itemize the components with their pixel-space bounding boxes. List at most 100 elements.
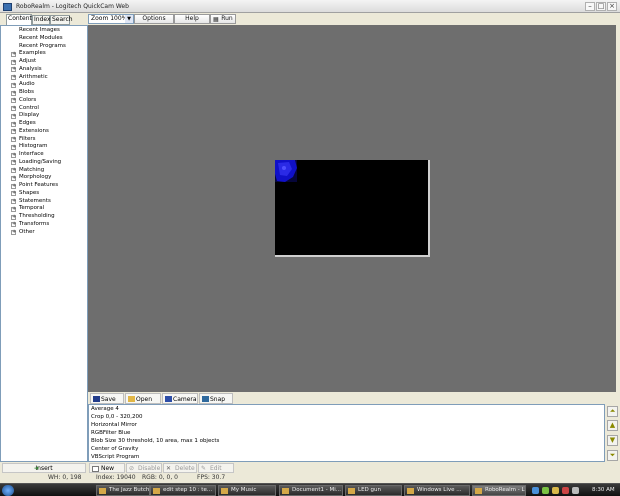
pipeline-item[interactable]: Blob Size 30 threshold, 10 area, max 1 o… bbox=[89, 437, 604, 445]
expand-icon[interactable]: + bbox=[11, 152, 16, 158]
tab-contents[interactable]: Contents bbox=[6, 14, 35, 25]
move-bottom-button[interactable]: ⏷ bbox=[607, 450, 618, 461]
move-up-button[interactable]: ▲ bbox=[607, 420, 618, 431]
tree-item[interactable]: + Transforms bbox=[1, 221, 87, 229]
tree-item[interactable]: + Loading/Saving bbox=[1, 159, 87, 167]
tab-search[interactable]: Search bbox=[50, 15, 73, 25]
status-fps: FPS: 30.7 bbox=[197, 474, 226, 481]
tab-index[interactable]: Index bbox=[32, 15, 51, 25]
edit-button[interactable]: ✎ Edit bbox=[198, 463, 234, 473]
tree-item[interactable]: Recent Modules bbox=[1, 35, 87, 43]
insert-button[interactable]: ➜ Insert bbox=[2, 463, 86, 473]
pipeline-item[interactable]: Average 4 bbox=[89, 405, 604, 413]
network-icon[interactable] bbox=[532, 487, 539, 494]
tree-item[interactable]: + Interface bbox=[1, 151, 87, 159]
tree-item[interactable]: + Colors bbox=[1, 97, 87, 105]
expand-icon[interactable]: + bbox=[11, 82, 16, 88]
tree-item[interactable]: + Thresholding bbox=[1, 213, 87, 221]
expand-icon[interactable]: + bbox=[11, 206, 16, 212]
expand-icon[interactable]: + bbox=[11, 168, 16, 173]
expand-icon[interactable]: + bbox=[11, 144, 16, 150]
zoom-select[interactable]: Zoom 100% ▼ bbox=[88, 14, 134, 24]
pipeline-item[interactable]: Crop 0,0 - 320,200 bbox=[89, 413, 604, 421]
taskbar-button[interactable]: My Music bbox=[218, 485, 276, 496]
expand-icon[interactable]: + bbox=[11, 106, 16, 111]
power-icon[interactable] bbox=[572, 487, 579, 494]
tree-item[interactable]: + Adjust bbox=[1, 58, 87, 66]
tree-item[interactable]: + Examples bbox=[1, 50, 87, 58]
snap-button[interactable]: Snap bbox=[199, 393, 233, 404]
expand-icon[interactable]: + bbox=[11, 129, 16, 135]
clock[interactable]: 8:30 AM bbox=[592, 485, 615, 496]
expand-icon[interactable]: + bbox=[11, 75, 16, 80]
open-button[interactable]: Open bbox=[125, 393, 161, 404]
expand-icon[interactable]: + bbox=[11, 121, 16, 127]
expand-icon[interactable]: + bbox=[11, 214, 16, 220]
expand-icon[interactable]: + bbox=[11, 98, 16, 104]
camera-image[interactable] bbox=[275, 160, 430, 257]
security-icon[interactable] bbox=[542, 487, 549, 494]
tree-item[interactable]: + Display bbox=[1, 112, 87, 120]
tree-item[interactable]: + Audio bbox=[1, 81, 87, 89]
tree-item[interactable]: + Histogram bbox=[1, 143, 87, 151]
expand-icon[interactable]: + bbox=[11, 137, 16, 142]
new-button[interactable]: New bbox=[89, 463, 125, 473]
module-tree[interactable]: Recent Images Recent Modules Recent Progra… bbox=[0, 25, 88, 462]
detected-blob bbox=[275, 160, 297, 182]
start-button[interactable] bbox=[2, 485, 14, 496]
expand-icon[interactable]: + bbox=[11, 175, 16, 181]
expand-icon[interactable]: + bbox=[11, 113, 16, 119]
tree-item[interactable]: + Filters bbox=[1, 136, 87, 144]
tree-item[interactable]: + Morphology bbox=[1, 174, 87, 182]
tree-item[interactable]: + Temporal bbox=[1, 205, 87, 213]
expand-icon[interactable]: + bbox=[11, 67, 16, 73]
tree-item[interactable]: + Extensions bbox=[1, 128, 87, 136]
taskbar-button[interactable]: RoboRealm - L... bbox=[472, 485, 526, 496]
taskbar-button[interactable]: Document1 - Mi... bbox=[279, 485, 343, 496]
minimize-button[interactable]: – bbox=[585, 2, 595, 11]
pipeline-item[interactable]: Center of Gravity bbox=[89, 445, 604, 453]
tree-item[interactable]: + Shapes bbox=[1, 190, 87, 198]
tree-item[interactable]: + Other bbox=[1, 229, 87, 237]
tree-item[interactable]: + Statements bbox=[1, 198, 87, 206]
pipeline-list[interactable]: Average 4 Crop 0,0 - 320,200 Horizontal Mi… bbox=[88, 404, 605, 462]
volume-icon[interactable] bbox=[552, 487, 559, 494]
tree-item[interactable]: + Point Features bbox=[1, 182, 87, 190]
help-button[interactable]: Help bbox=[174, 14, 210, 24]
pipeline-item[interactable]: Horizontal Mirror bbox=[89, 421, 604, 429]
tree-item[interactable]: + Edges bbox=[1, 120, 87, 128]
tree-item[interactable]: + Matching bbox=[1, 167, 87, 175]
expand-icon[interactable]: + bbox=[11, 191, 16, 197]
move-top-button[interactable]: ⏶ bbox=[607, 406, 618, 417]
disable-button[interactable]: ⊘ Disable bbox=[126, 463, 162, 473]
options-button[interactable]: Options bbox=[134, 14, 174, 24]
tree-item[interactable]: + Control bbox=[1, 105, 87, 113]
tree-item[interactable]: + Analysis bbox=[1, 66, 87, 74]
taskbar-button[interactable]: edit step 10 : te... bbox=[150, 485, 216, 496]
expand-icon[interactable]: + bbox=[11, 199, 16, 204]
tree-item[interactable]: Recent Images bbox=[1, 27, 87, 35]
pipeline-item[interactable]: RGBFilter Blue bbox=[89, 429, 604, 437]
expand-icon[interactable]: + bbox=[11, 230, 16, 235]
tree-item[interactable]: Recent Programs bbox=[1, 43, 87, 51]
save-button[interactable]: Save bbox=[90, 393, 124, 404]
taskbar-button[interactable]: Windows Live ... bbox=[404, 485, 470, 496]
taskbar-button[interactable]: LED gun bbox=[345, 485, 402, 496]
tree-item[interactable]: + Arithmetic bbox=[1, 74, 87, 82]
expand-icon[interactable]: + bbox=[11, 222, 16, 228]
expand-icon[interactable]: + bbox=[11, 160, 16, 166]
expand-icon[interactable]: + bbox=[11, 59, 16, 65]
tree-item[interactable]: + Blobs bbox=[1, 89, 87, 97]
delete-button[interactable]: ✕ Delete bbox=[163, 463, 197, 473]
close-button[interactable]: × bbox=[607, 2, 617, 11]
run-button[interactable]: ▦ Run bbox=[210, 14, 236, 24]
messenger-icon[interactable] bbox=[562, 487, 569, 494]
move-down-button[interactable]: ▼ bbox=[607, 435, 618, 446]
expand-icon[interactable]: + bbox=[11, 51, 16, 57]
maximize-button[interactable]: □ bbox=[596, 2, 606, 11]
camera-button[interactable]: Camera bbox=[162, 393, 198, 404]
expand-icon[interactable]: + bbox=[11, 90, 16, 96]
expand-icon[interactable]: + bbox=[11, 183, 16, 189]
pipeline-item[interactable]: VBScript Program bbox=[89, 453, 604, 461]
taskbar-button[interactable]: The Jazz Butch... bbox=[96, 485, 150, 496]
